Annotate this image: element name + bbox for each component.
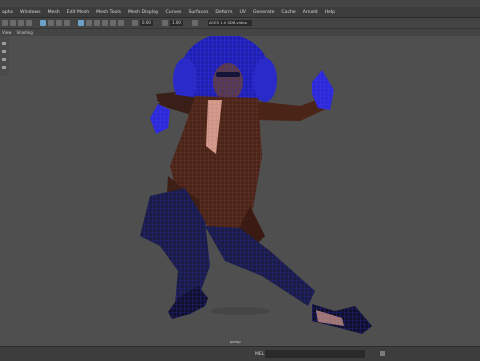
panel-toolbar: 0.00 1.00 ACES 1.0 SDR-video (sRGB): [0, 19, 480, 29]
select-camera-icon[interactable]: [2, 20, 8, 26]
film-gate-icon[interactable]: [48, 20, 54, 26]
menu-edit-mesh[interactable]: Edit Mesh: [67, 10, 89, 15]
lock-camera-icon[interactable]: [10, 20, 16, 26]
script-editor-icon[interactable]: [380, 351, 385, 356]
panel-menu-view[interactable]: View: [2, 30, 12, 35]
command-language-label[interactable]: MEL: [255, 352, 264, 357]
ground-shadow: [210, 307, 270, 315]
command-input[interactable]: [265, 350, 365, 358]
menu-generate[interactable]: Generate: [253, 10, 274, 15]
smooth-shade-icon[interactable]: [86, 20, 92, 26]
grid-icon[interactable]: [40, 20, 46, 26]
lights-icon[interactable]: [110, 20, 116, 26]
resolution-gate-icon[interactable]: [56, 20, 62, 26]
maya-window: aphs Windows Mesh Edit Mesh Mesh Tools M…: [0, 0, 480, 361]
character-model[interactable]: [0, 36, 480, 346]
panel-menu-shading[interactable]: Shading: [17, 30, 33, 35]
color-management-icon[interactable]: [192, 20, 198, 26]
menu-surfaces[interactable]: Surfaces: [188, 10, 208, 15]
gate-mask-icon[interactable]: [64, 20, 70, 26]
menu-cache[interactable]: Cache: [281, 10, 295, 15]
menu-mesh-tools[interactable]: Mesh Tools: [96, 10, 121, 15]
xray-icon[interactable]: [132, 20, 138, 26]
exposure-field[interactable]: 0.00: [140, 20, 153, 26]
main-menubar: aphs Windows Mesh Edit Mesh Mesh Tools M…: [0, 7, 480, 18]
menu-mesh[interactable]: Mesh: [48, 10, 60, 15]
menu-curves[interactable]: Curves: [166, 10, 182, 15]
bookmark-icon[interactable]: [18, 20, 24, 26]
wireframe-icon[interactable]: [78, 20, 84, 26]
wireframe-on-shaded-icon[interactable]: [94, 20, 100, 26]
view-transform-dropdown[interactable]: ACES 1.0 SDR-video (sRGB): [208, 20, 252, 26]
face-mesh: [213, 63, 243, 101]
menu-windows[interactable]: Windows: [20, 10, 41, 15]
image-plane-icon[interactable]: [26, 20, 32, 26]
gamma-field[interactable]: 1.00: [170, 20, 183, 26]
camera-label: persp: [230, 339, 241, 344]
panel-menubar: View Shading: [0, 29, 480, 36]
textured-icon[interactable]: [102, 20, 108, 26]
menu-arnold[interactable]: Arnold: [303, 10, 318, 15]
command-line-bar: MEL: [0, 346, 480, 361]
menu-uv[interactable]: UV: [239, 10, 246, 15]
menu-deform[interactable]: Deform: [215, 10, 232, 15]
shadows-icon[interactable]: [118, 20, 124, 26]
menu-help[interactable]: Help: [325, 10, 335, 15]
gamma-icon[interactable]: [162, 20, 168, 26]
shoe-right-mesh: [312, 304, 372, 334]
menu-animation[interactable]: aphs: [2, 10, 13, 15]
menu-mesh-display[interactable]: Mesh Display: [128, 10, 159, 15]
